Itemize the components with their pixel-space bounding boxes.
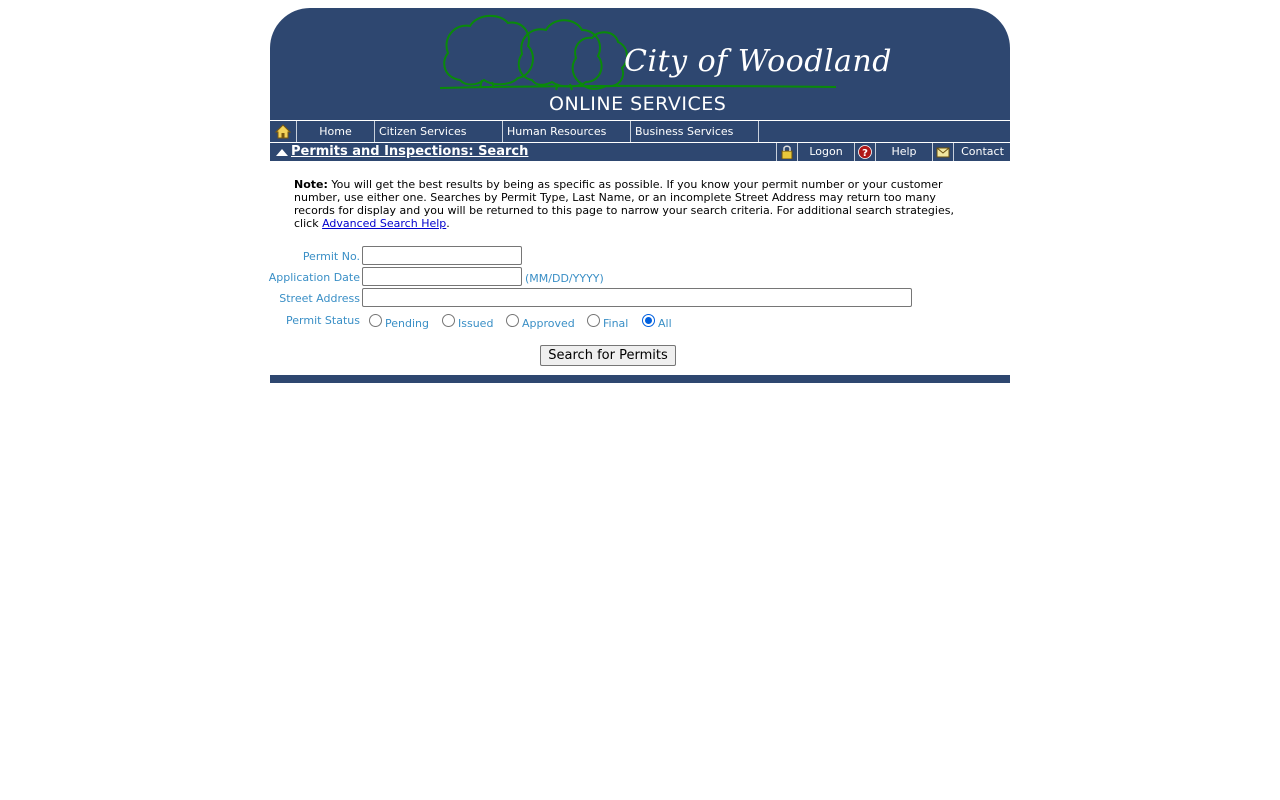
help-link[interactable]: Help [875, 143, 932, 161]
note-label: Note: [294, 178, 328, 191]
nav-item-citizen-services[interactable]: Citizen Services [375, 121, 503, 142]
city-title: City of Woodland [624, 44, 892, 79]
permit-status-label: Permit Status [286, 314, 360, 327]
status-radio-approved[interactable] [506, 314, 519, 327]
logon-link[interactable]: Logon [797, 143, 854, 161]
triangle-up-icon[interactable] [276, 149, 288, 156]
date-format-hint: (MM/DD/YYYY) [525, 272, 604, 285]
application-date-input[interactable] [362, 267, 522, 286]
status-label-issued[interactable]: Issued [458, 317, 493, 330]
status-radio-final[interactable] [587, 314, 600, 327]
note-end: . [446, 217, 450, 230]
main-nav: Home Citizen Services Human Resources Bu… [270, 120, 1010, 142]
padlock-icon[interactable] [776, 143, 797, 161]
page-container: City of Woodland ONLINE SERVICES Home Ci… [270, 8, 1010, 161]
application-date-label: Application Date [268, 271, 360, 284]
street-address-label: Street Address [279, 292, 360, 305]
page-title-bar: Permits and Inspections: Search Logon ? … [270, 142, 1010, 161]
header-banner: City of Woodland ONLINE SERVICES [270, 8, 1010, 120]
question-mark-icon[interactable]: ? [854, 143, 875, 161]
search-note: Note: You will get the best results by b… [294, 178, 974, 230]
online-services-subtitle: ONLINE SERVICES [549, 93, 727, 115]
status-radio-issued[interactable] [442, 314, 455, 327]
svg-text:?: ? [862, 148, 868, 159]
permit-no-label: Permit No. [302, 250, 360, 263]
nav-item-human-resources[interactable]: Human Resources [503, 121, 631, 142]
envelope-icon[interactable] [932, 143, 953, 161]
nav-home-icon-button[interactable] [270, 121, 297, 142]
contact-link[interactable]: Contact [953, 143, 1011, 161]
page-title[interactable]: Permits and Inspections: Search [291, 143, 528, 161]
nav-item-home[interactable]: Home [297, 121, 375, 142]
advanced-search-help-link[interactable]: Advanced Search Help [322, 217, 446, 230]
status-label-pending[interactable]: Pending [385, 317, 429, 330]
status-label-final[interactable]: Final [603, 317, 628, 330]
house-icon [275, 124, 291, 139]
status-radio-pending[interactable] [369, 314, 382, 327]
search-for-permits-button[interactable]: Search for Permits [540, 345, 676, 366]
nav-item-business-services[interactable]: Business Services [631, 121, 759, 142]
status-radio-all[interactable] [642, 314, 655, 327]
status-label-all[interactable]: All [658, 317, 672, 330]
street-address-input[interactable] [362, 288, 912, 307]
status-label-approved[interactable]: Approved [522, 317, 575, 330]
permit-no-input[interactable] [362, 246, 522, 265]
footer-bar [270, 375, 1010, 383]
